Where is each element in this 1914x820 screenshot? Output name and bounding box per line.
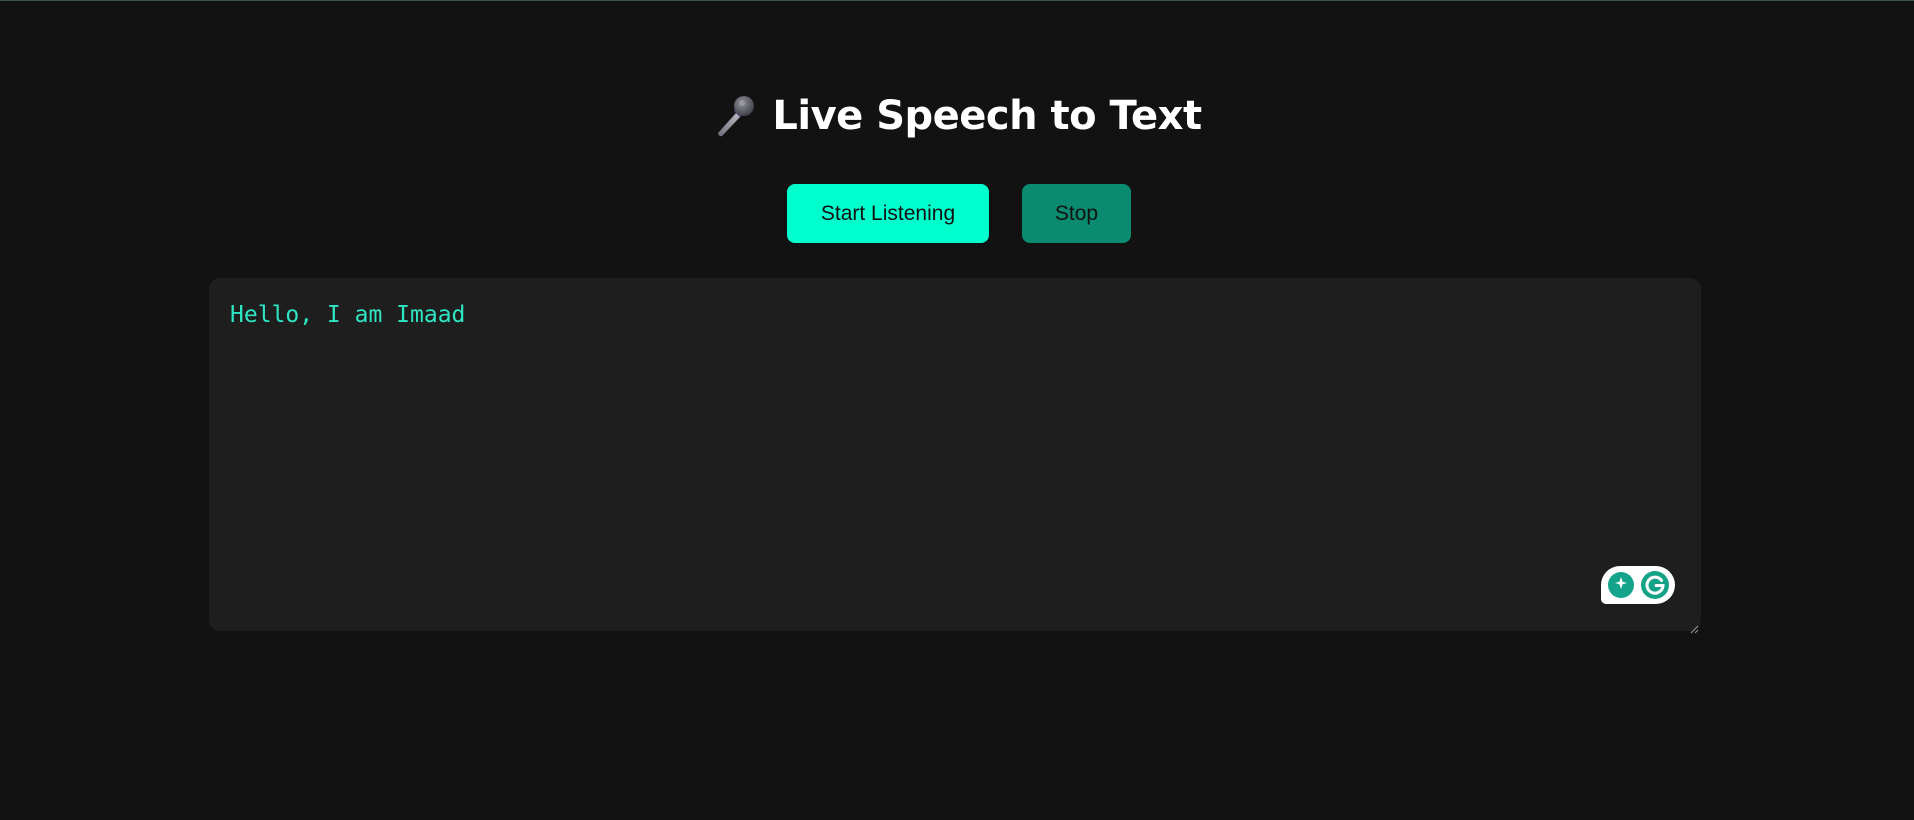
transcript-output-area[interactable]: Hello, I am Imaad — [209, 278, 1701, 634]
page-header: Live Speech to Text — [0, 86, 1914, 146]
control-buttons: Start Listening Stop — [0, 184, 1914, 243]
transcript-text: Hello, I am Imaad — [230, 302, 466, 328]
start-listening-button[interactable]: Start Listening — [787, 184, 989, 243]
window-top-border — [0, 0, 1914, 1]
grammarly-g-icon[interactable] — [1639, 569, 1671, 601]
microphone-icon — [712, 93, 758, 139]
page-title: Live Speech to Text — [772, 93, 1202, 139]
lightbulb-icon[interactable] — [1605, 569, 1637, 601]
grammarly-widget[interactable] — [1601, 566, 1675, 604]
stop-button[interactable]: Stop — [1022, 184, 1131, 243]
resize-handle-icon[interactable] — [1689, 619, 1699, 634]
